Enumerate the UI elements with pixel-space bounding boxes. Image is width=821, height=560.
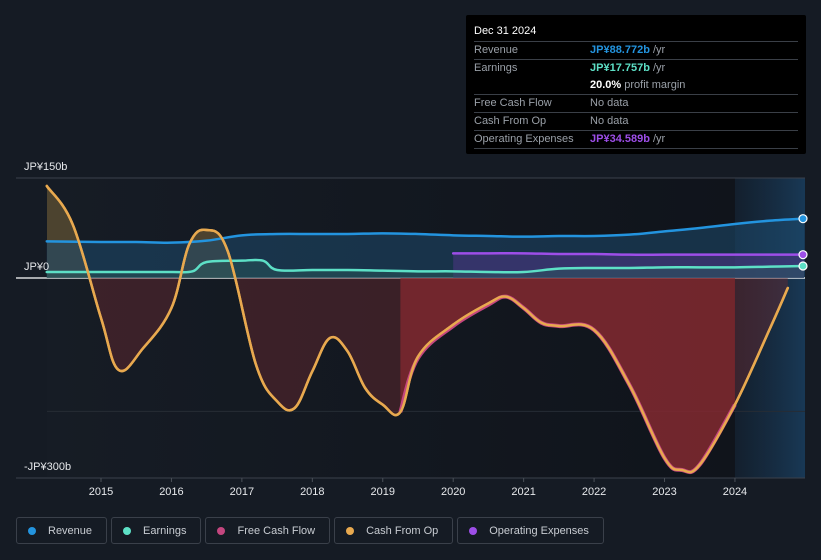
tooltip-row-value: No data xyxy=(590,115,629,127)
revenue-end-marker xyxy=(798,214,808,224)
tooltip-row-value: No data xyxy=(590,97,629,109)
tooltip-date: Dec 31 2024 xyxy=(474,23,798,42)
x-axis: 2015 2016 2017 2018 2019 2020 2021 2022 2023 2024 xyxy=(89,478,747,498)
operating-expenses-line xyxy=(451,252,806,256)
legend-dot-icon xyxy=(469,526,478,535)
operating-expenses-end-marker xyxy=(798,250,808,260)
y-tick-label: -JP¥300b xyxy=(24,461,71,473)
legend-label: Earnings xyxy=(143,524,187,537)
tooltip-row-label: Cash From Op xyxy=(474,115,547,127)
tooltip-row-label xyxy=(474,77,590,94)
legend-label: Operating Expenses xyxy=(489,524,589,537)
tooltip-row-label: Earnings xyxy=(474,62,518,74)
tooltip-row: Revenue JP¥88.772b /yr xyxy=(474,42,798,60)
legend-dot-icon xyxy=(346,526,355,535)
tooltip-row-value: JP¥17.757b /yr xyxy=(590,62,666,74)
legend-label: Free Cash Flow xyxy=(237,524,316,537)
legend: Revenue Earnings Free Cash Flow Cash From O… xyxy=(16,517,604,544)
x-tick-label: 2015 xyxy=(89,486,113,498)
legend-item-free-cash-flow[interactable]: Free Cash Flow xyxy=(205,517,331,544)
x-tick-label: 2022 xyxy=(582,486,606,498)
legend-item-revenue[interactable]: Revenue xyxy=(16,517,108,544)
legend-item-operating-expenses[interactable]: Operating Expenses xyxy=(457,517,604,544)
tooltip-row: 20.0% profit margin xyxy=(474,77,798,95)
tooltip-row-label: Revenue xyxy=(474,44,519,56)
tooltip-panel: Dec 31 2024 Revenue JP¥88.772b /yr Earning… xyxy=(466,15,806,154)
tooltip-row: Operating Expenses JP¥34.589b /yr xyxy=(474,131,798,149)
tooltip-row-label: Free Cash Flow xyxy=(474,97,552,109)
earnings-end-marker xyxy=(798,261,808,271)
x-tick-label: 2020 xyxy=(441,486,465,498)
y-tick-label: JP¥150b xyxy=(24,161,67,173)
legend-label: Revenue xyxy=(48,524,93,537)
x-tick-label: 2018 xyxy=(300,486,324,498)
x-tick-label: 2017 xyxy=(230,486,254,498)
legend-dot-icon xyxy=(28,526,36,535)
y-tick-label: JP¥0 xyxy=(24,261,49,273)
x-tick-label: 2016 xyxy=(159,486,183,498)
x-tick-label: 2021 xyxy=(511,486,535,498)
x-tick-label: 2024 xyxy=(723,486,747,498)
legend-dot-icon xyxy=(123,526,132,535)
tooltip-row: Free Cash Flow No data xyxy=(474,95,798,113)
legend-dot-icon xyxy=(217,526,226,535)
x-tick-label: 2019 xyxy=(371,486,395,498)
tooltip-row-value: JP¥88.772b /yr xyxy=(590,44,666,56)
legend-label: Cash From Op xyxy=(366,524,439,537)
tooltip-row: Earnings JP¥17.757b /yr xyxy=(474,60,798,77)
tooltip-row: Cash From Op No data xyxy=(474,113,798,131)
legend-item-cash-from-op[interactable]: Cash From Op xyxy=(334,517,454,544)
legend-item-earnings[interactable]: Earnings xyxy=(111,517,202,544)
tooltip-row-value: 20.0% profit margin xyxy=(590,79,686,91)
x-tick-label: 2023 xyxy=(652,486,676,498)
tooltip-row-label: Operating Expenses xyxy=(474,133,574,145)
tooltip-row-value: JP¥34.589b /yr xyxy=(590,133,666,145)
